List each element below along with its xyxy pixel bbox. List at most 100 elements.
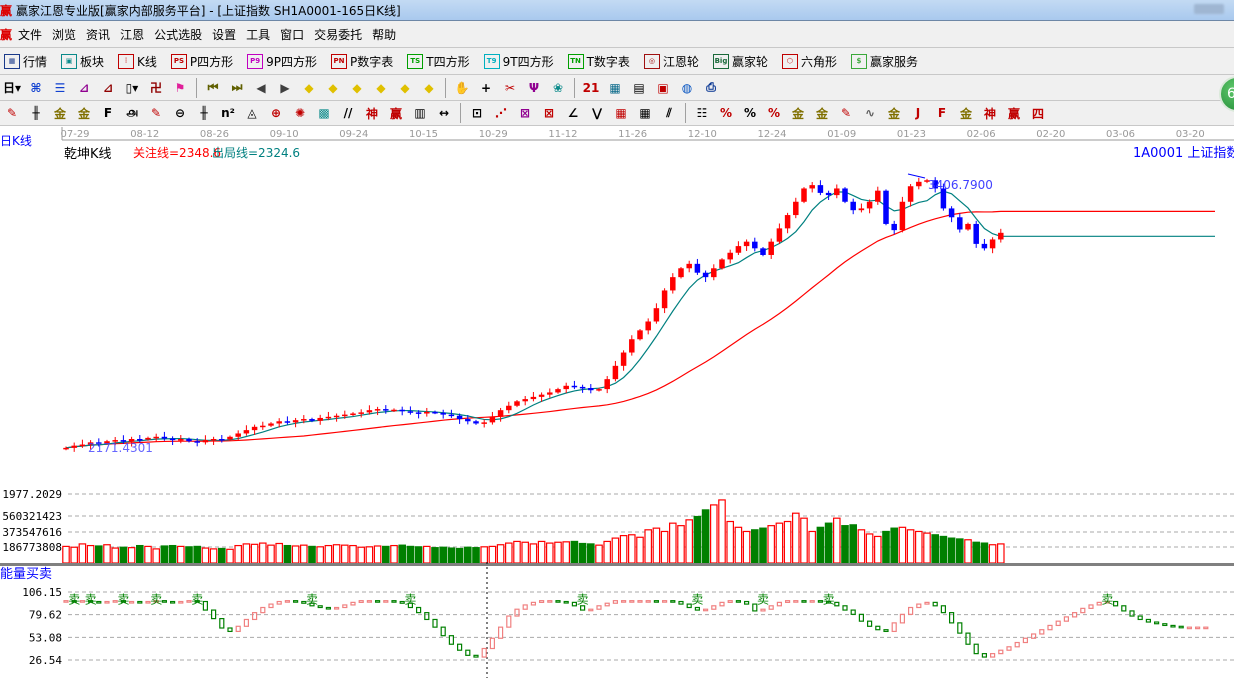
percent-fan-icon[interactable]: %	[716, 103, 736, 123]
kline-chart[interactable]: 07-29 08-12 08-26 09-10 09-24 10-15 10-29 11-12…	[0, 126, 1234, 678]
menu-tools[interactable]: 工具	[246, 26, 270, 43]
expand-v-icon[interactable]: ◆	[395, 78, 415, 98]
network-icon[interactable]: ⌘	[26, 78, 46, 98]
pen-fan-icon[interactable]: ✎	[836, 103, 856, 123]
pencil-icon[interactable]: ✎	[2, 103, 22, 123]
toolbar-button-dollar[interactable]: $ 赢家服务	[847, 53, 918, 70]
triangle-icon[interactable]: ◬	[242, 103, 262, 123]
percent-icon[interactable]: %	[740, 103, 760, 123]
menu-help[interactable]: 帮助	[372, 26, 396, 43]
toolbar-button-kline[interactable]: ⫶ K线	[114, 53, 157, 70]
flag-icon[interactable]: ⚑	[170, 78, 190, 98]
target-icon[interactable]: ⊕	[266, 103, 286, 123]
right-diamond-icon[interactable]: ◆	[323, 78, 343, 98]
left-diamond-icon[interactable]: ◆	[299, 78, 319, 98]
menu-gann[interactable]: 江恩	[120, 26, 144, 43]
toolbar-button-sector-blocks[interactable]: ▣ 板块	[57, 53, 104, 70]
fan-icon[interactable]: ⋰	[491, 103, 511, 123]
menu-browse[interactable]: 浏览	[52, 26, 76, 43]
ruler-icon[interactable]: ▥	[410, 103, 430, 123]
expand-h-icon[interactable]: ◆	[347, 78, 367, 98]
vlines-icon[interactable]: ╫	[194, 103, 214, 123]
notes-icon[interactable]: ☰	[50, 78, 70, 98]
printer-icon[interactable]: ⎙	[701, 78, 721, 98]
wave-icon[interactable]: ∿	[860, 103, 880, 123]
prev-icon[interactable]: ◀	[251, 78, 271, 98]
shirt-icon[interactable]: Ψ	[524, 78, 544, 98]
toolbar-button-t9[interactable]: T9 9T四方形	[480, 53, 554, 70]
square-web-icon[interactable]: ▩	[314, 103, 334, 123]
spiral-icon[interactable]: ௮	[122, 103, 142, 123]
calendar-icon[interactable]: 21	[581, 78, 601, 98]
toolbar-button-tn[interactable]: TN T数字表	[564, 53, 630, 70]
ying-fan-icon[interactable]: 赢	[1004, 103, 1024, 123]
last-icon[interactable]: ⏭	[227, 78, 247, 98]
speed-lines-icon[interactable]: //	[338, 103, 358, 123]
shrink-v-icon[interactable]: ◆	[419, 78, 439, 98]
map-icon[interactable]: 卍	[146, 78, 166, 98]
toolbar-button-ts[interactable]: TS T四方形	[403, 53, 470, 70]
brain-icon[interactable]: ❀	[548, 78, 568, 98]
ying-icon[interactable]: 赢	[386, 103, 406, 123]
toolbar-button-quote-table[interactable]: ▦ 行情	[0, 53, 47, 70]
toolbar-button-p9[interactable]: P9 9P四方形	[243, 53, 317, 70]
shen-icon[interactable]: 神	[362, 103, 382, 123]
parallel-icon[interactable]: ⫽	[659, 103, 679, 123]
pen-icon[interactable]: ✎	[146, 103, 166, 123]
gold-list-icon[interactable]: 金	[812, 103, 832, 123]
ladder-icon[interactable]: ☷	[692, 103, 712, 123]
lines-icon[interactable]: ╫	[26, 103, 46, 123]
menu-news[interactable]: 资讯	[86, 26, 110, 43]
globe-icon[interactable]: ◍	[677, 78, 697, 98]
volume-bar	[718, 499, 726, 564]
toolbar-button-big-wheel[interactable]: Big 赢家轮	[709, 53, 768, 70]
steps9-icon[interactable]: ⊿	[98, 78, 118, 98]
volume-bar	[70, 546, 79, 564]
si-fan-icon[interactable]: 四	[1028, 103, 1048, 123]
j-fan-icon[interactable]: J	[908, 103, 928, 123]
gold-fan-icon[interactable]: 金	[956, 103, 976, 123]
gold-box-icon[interactable]: 金	[884, 103, 904, 123]
toolbar-button-pn[interactable]: PN P数字表	[327, 53, 393, 70]
candle-type-icon[interactable]: ▯▾	[122, 78, 142, 98]
steps3-icon[interactable]: ⊿	[74, 78, 94, 98]
save-icon[interactable]: ▣	[653, 78, 673, 98]
first-icon[interactable]: ⏮	[203, 78, 223, 98]
f-fan-icon[interactable]: F	[932, 103, 952, 123]
menu-settings[interactable]: 设置	[212, 26, 236, 43]
menu-window[interactable]: 窗口	[280, 26, 304, 43]
menu-file[interactable]: 文件	[18, 26, 42, 43]
zigzag-icon[interactable]: ⋁	[587, 103, 607, 123]
percent-lines-icon[interactable]: %	[764, 103, 784, 123]
toolbar-button-gann-wheel[interactable]: ◎ 江恩轮	[640, 53, 699, 70]
shrink-h-icon[interactable]: ◆	[371, 78, 391, 98]
hand-icon[interactable]: ✋	[452, 78, 472, 98]
energy-bar	[981, 653, 988, 658]
menu-trade[interactable]: 交易委托	[314, 26, 362, 43]
box-icon[interactable]: ⊡	[467, 103, 487, 123]
window-controls[interactable]	[1194, 4, 1224, 14]
web-icon[interactable]: ✺	[290, 103, 310, 123]
gold-lines-icon[interactable]: 金	[50, 103, 70, 123]
angle-icon[interactable]: ∠	[563, 103, 583, 123]
n2-icon[interactable]: n²	[218, 103, 238, 123]
gann-box-icon[interactable]: ⊠	[515, 103, 535, 123]
toolbar-button-hexagon[interactable]: ⬡ 六角形	[778, 53, 837, 70]
gold-circle-icon[interactable]: 金	[788, 103, 808, 123]
period-day-icon[interactable]: 日▾	[2, 78, 22, 98]
gann-fan-icon[interactable]: ⊠	[539, 103, 559, 123]
grid2-icon[interactable]: ▦	[635, 103, 655, 123]
list-icon[interactable]: ▤	[629, 78, 649, 98]
crosshair-icon[interactable]: +	[476, 78, 496, 98]
gold-lines2-icon[interactable]: 金	[74, 103, 94, 123]
toolbar-button-ps[interactable]: PS P四方形	[167, 53, 233, 70]
menu-formula[interactable]: 公式选股	[154, 26, 202, 43]
f-lines-icon[interactable]: F	[98, 103, 118, 123]
shen-fan-icon[interactable]: 神	[980, 103, 1000, 123]
cycle-icon[interactable]: ⊖	[170, 103, 190, 123]
calculator-icon[interactable]: ▦	[605, 78, 625, 98]
next-icon[interactable]: ▶	[275, 78, 295, 98]
grid-icon[interactable]: ▦	[611, 103, 631, 123]
scissors-icon[interactable]: ✂	[500, 78, 520, 98]
width-icon[interactable]: ↔	[434, 103, 454, 123]
